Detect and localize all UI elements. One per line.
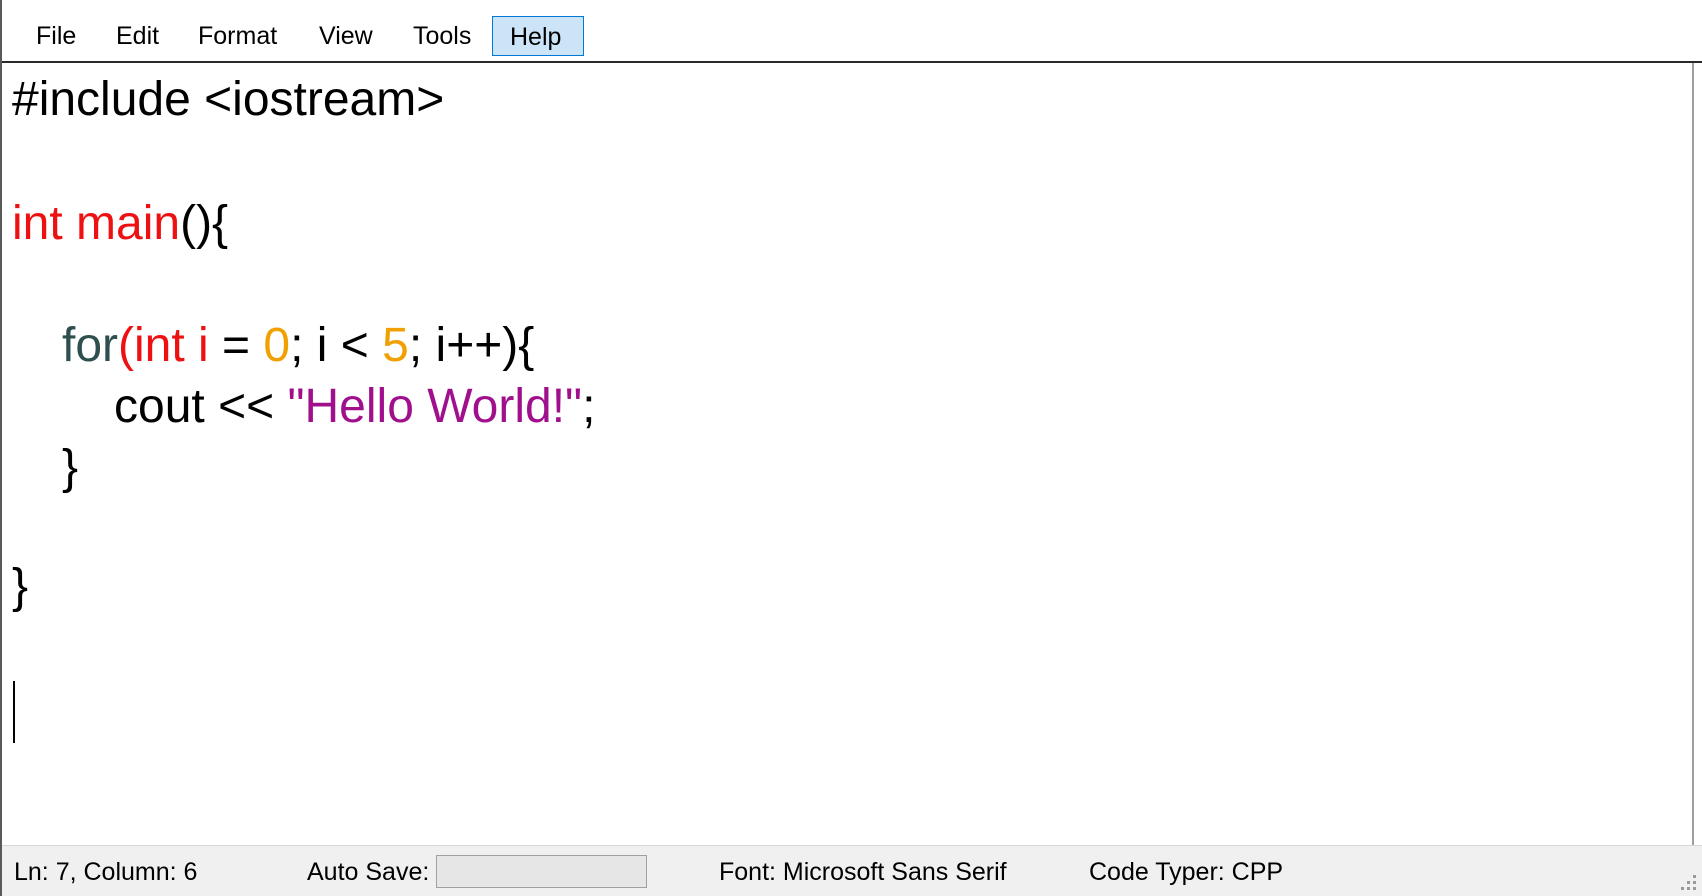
menu-help[interactable]: Help	[492, 16, 584, 56]
menu-edit[interactable]: Edit	[100, 16, 175, 56]
code-line-7: }	[62, 438, 78, 498]
loop-condition: ; i <	[290, 319, 383, 372]
font-status: Font: Microsoft Sans Serif	[719, 858, 1007, 886]
for-open-paren: (	[118, 319, 134, 372]
code-editor[interactable]: #include <iostream> int main(){ for(int …	[8, 63, 1694, 845]
main-parens: (){	[180, 197, 229, 250]
include-directive: #include <iostream>	[12, 73, 445, 126]
cursor-position: Ln: 7, Column: 6	[14, 858, 198, 886]
menu-view[interactable]: View	[303, 16, 389, 56]
keyword-for: for	[62, 319, 119, 372]
keyword-int-main: int main	[12, 197, 181, 250]
text-caret	[13, 681, 15, 743]
code-line-6: cout << "Hello World!";	[114, 377, 595, 437]
code-line-3: int main(){	[12, 194, 228, 254]
close-brace: }	[12, 560, 29, 613]
menu-format[interactable]: Format	[182, 16, 293, 56]
code-type-status: Code Typer: CPP	[1089, 858, 1284, 886]
code-line-5: for(int i = 0; i < 5; i++){	[62, 316, 534, 376]
close-brace: }	[62, 441, 79, 494]
loop-increment: ; i++){	[408, 319, 535, 372]
status-bar: Ln: 7, Column: 6 Auto Save: Font: Micros…	[2, 845, 1702, 896]
cout-statement: cout <<	[114, 380, 288, 433]
keyword-int-i: int i	[134, 319, 209, 372]
menu-file[interactable]: File	[20, 16, 92, 56]
assign-op: =	[208, 319, 264, 372]
code-line-1: #include <iostream>	[12, 70, 444, 130]
number-literal: 0	[263, 319, 291, 372]
autosave-label: Auto Save:	[307, 858, 430, 886]
menu-bar: File Edit Format View Tools Help	[2, 0, 1702, 63]
semicolon: ;	[582, 380, 596, 433]
autosave-progress	[436, 855, 647, 888]
code-line-9: }	[12, 557, 28, 617]
editor-window: File Edit Format View Tools Help #includ…	[0, 0, 1702, 896]
string-literal: "Hello World!"	[287, 380, 583, 433]
menu-tools[interactable]: Tools	[397, 16, 487, 56]
number-literal: 5	[382, 319, 409, 372]
resize-grip-icon[interactable]	[1678, 872, 1696, 890]
